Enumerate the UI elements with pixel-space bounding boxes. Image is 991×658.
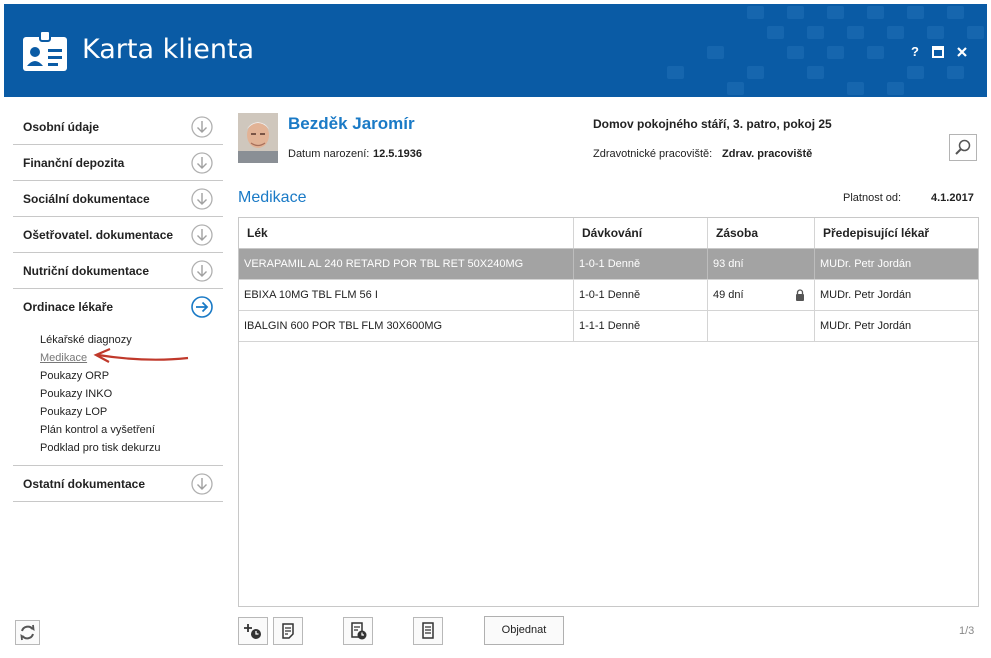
drug-cell: VERAPAMIL AL 240 RETARD POR TBL RET 50X2… [239, 249, 574, 279]
dosage-cell: 1-0-1 Denně [574, 280, 708, 310]
drug-cell: EBIXA 10MG TBL FLM 56 I [239, 280, 574, 310]
doctor-cell: MUDr. Petr Jordán [820, 258, 912, 270]
sidebar-item-nursing[interactable]: Ošetřovatel. dokumentace [13, 217, 223, 253]
page-indicator: 1/3 [959, 625, 975, 637]
medication-table: Lék Dávkování Zásoba Předepisující lékař… [238, 217, 979, 607]
sidebar-item-label: Sociální dokumentace [23, 191, 150, 206]
maximize-icon [932, 46, 944, 58]
lock-icon [796, 289, 804, 301]
sidebar-item-doctor[interactable]: Ordinace lékaře [13, 289, 223, 325]
expand-down-icon [191, 224, 213, 246]
drug-cell: IBALGIN 600 POR TBL FLM 30X600MG [239, 311, 574, 341]
subitem-inko-vouchers[interactable]: Poukazy INKO [40, 385, 223, 403]
expand-down-icon [191, 116, 213, 138]
table-row[interactable]: IBALGIN 600 POR TBL FLM 30X600MG 1-1-1 D… [239, 311, 978, 342]
doctor-cell: MUDr. Petr Jordán [820, 320, 912, 332]
patient-photo [238, 113, 278, 163]
expand-down-icon [191, 188, 213, 210]
sidebar-item-label: Osobní údaje [23, 119, 100, 134]
search-icon [955, 139, 971, 155]
subitem-lop-vouchers[interactable]: Poukazy LOP [40, 403, 223, 421]
table-row[interactable]: VERAPAMIL AL 240 RETARD POR TBL RET 50X2… [239, 249, 978, 280]
note-button[interactable] [273, 617, 303, 645]
stock-cell: 49 dní [713, 289, 744, 301]
subitem-print-decursus[interactable]: Podklad pro tisk dekurzu [40, 439, 223, 457]
sidebar-item-label: Ošetřovatel. dokumentace [23, 227, 174, 242]
birth-date-value: 12.5.1936 [373, 148, 422, 160]
expand-down-icon [191, 473, 213, 495]
sidebar-item-label: Ostatní dokumentace [23, 476, 146, 491]
patient-address: Domov pokojného stáří, 3. patro, pokoj 2… [593, 117, 832, 131]
maximize-button[interactable] [930, 44, 946, 60]
annotation-arrow-icon [93, 347, 189, 363]
sidebar-item-personal[interactable]: Osobní údaje [13, 109, 223, 145]
table-row[interactable]: EBIXA 10MG TBL FLM 56 I 1-0-1 Denně 49 d… [239, 280, 978, 311]
doctor-cell: MUDr. Petr Jordán [820, 289, 912, 301]
birth-date-label: Datum narození: [288, 148, 370, 160]
history-button[interactable] [343, 617, 373, 645]
dosage-cell: 1-0-1 Denně [574, 249, 708, 279]
valid-from-value: 4.1.2017 [931, 192, 974, 204]
help-button[interactable]: ? [907, 44, 923, 60]
title-bar: Karta klienta ? [4, 4, 987, 97]
close-button[interactable] [954, 44, 970, 60]
search-button[interactable] [949, 134, 977, 161]
order-button[interactable]: Objednat [484, 616, 564, 645]
workplace-label: Zdravotnické pracoviště: [593, 148, 713, 160]
document-lines-icon [422, 622, 434, 639]
document-button[interactable] [413, 617, 443, 645]
arrow-right-circle-icon [191, 296, 213, 318]
id-card-icon [23, 30, 67, 71]
expand-down-icon [191, 260, 213, 282]
window-title: Karta klienta [82, 34, 255, 65]
stock-cell-wrap: 49 dní [708, 280, 815, 310]
column-header-stock[interactable]: Zásoba [708, 218, 815, 248]
close-icon [957, 47, 967, 57]
note-icon [282, 623, 294, 639]
sidebar-item-finance[interactable]: Finanční depozita [13, 145, 223, 181]
sidebar-item-social[interactable]: Sociální dokumentace [13, 181, 223, 217]
subitem-checkup-plan[interactable]: Plán kontrol a vyšetření [40, 421, 223, 439]
column-header-dosage[interactable]: Dávkování [574, 218, 708, 248]
expand-down-icon [191, 152, 213, 174]
sidebar-item-label: Ordinace lékaře [23, 300, 114, 314]
refresh-button[interactable] [15, 620, 40, 645]
stock-cell: 93 dní [708, 249, 815, 279]
table-header: Lék Dávkování Zásoba Předepisující lékař [239, 218, 978, 249]
add-clock-icon [244, 624, 261, 639]
client-card-window: Karta klienta ? Osobní údaje Finanční de… [0, 0, 991, 658]
workplace-value: Zdrav. pracoviště [722, 148, 813, 160]
document-clock-icon [351, 622, 367, 640]
add-scheduled-button[interactable] [238, 617, 268, 645]
dosage-cell: 1-1-1 Denně [574, 311, 708, 341]
valid-from-label: Platnost od: [843, 192, 902, 204]
subitem-orp-vouchers[interactable]: Poukazy ORP [40, 367, 223, 385]
refresh-icon [20, 624, 35, 641]
sidebar-item-nutrition[interactable]: Nutriční dokumentace [13, 253, 223, 289]
section-title: Medikace [238, 189, 307, 206]
sidebar-item-other[interactable]: Ostatní dokumentace [13, 466, 223, 502]
patient-name: Bezděk Jaromír [288, 114, 415, 133]
sidebar-nav: Osobní údaje Finanční depozita Sociální … [13, 109, 223, 502]
sidebar-item-label: Finanční depozita [23, 155, 125, 170]
sidebar-item-label: Nutriční dokumentace [23, 263, 150, 278]
column-header-drug[interactable]: Lék [239, 218, 574, 248]
column-header-doctor[interactable]: Předepisující lékař [815, 218, 978, 248]
stock-cell [708, 311, 815, 341]
